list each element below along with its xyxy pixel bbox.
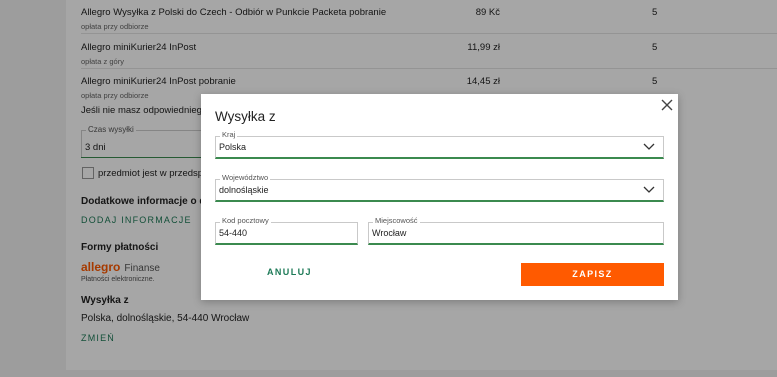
region-value: dolnośląskie	[219, 185, 269, 195]
cancel-button[interactable]: ANULUJ	[267, 267, 312, 277]
country-value: Polska	[219, 142, 247, 152]
postal-code-field[interactable]: Kod pocztowy 54-440	[215, 216, 358, 245]
chevron-down-icon	[643, 186, 655, 193]
postal-code-label: Kod pocztowy	[220, 216, 271, 225]
chevron-down-icon	[643, 143, 655, 150]
postal-code-value: 54-440	[219, 228, 248, 238]
dialog-title: Wysyłka z	[215, 109, 276, 124]
city-label: Miejscowość	[373, 216, 420, 225]
city-field[interactable]: Miejscowość Wrocław	[368, 216, 664, 245]
close-icon[interactable]	[660, 99, 674, 113]
country-select[interactable]: Kraj Polska	[215, 130, 664, 159]
ship-from-dialog: Wysyłka z Kraj Polska Województwo dolnoś…	[201, 94, 678, 300]
region-select[interactable]: Województwo dolnośląskie	[215, 173, 664, 202]
city-value: Wrocław	[372, 228, 407, 238]
country-label: Kraj	[220, 130, 238, 139]
region-label: Województwo	[220, 173, 271, 182]
save-button[interactable]: ZAPISZ	[521, 263, 664, 286]
